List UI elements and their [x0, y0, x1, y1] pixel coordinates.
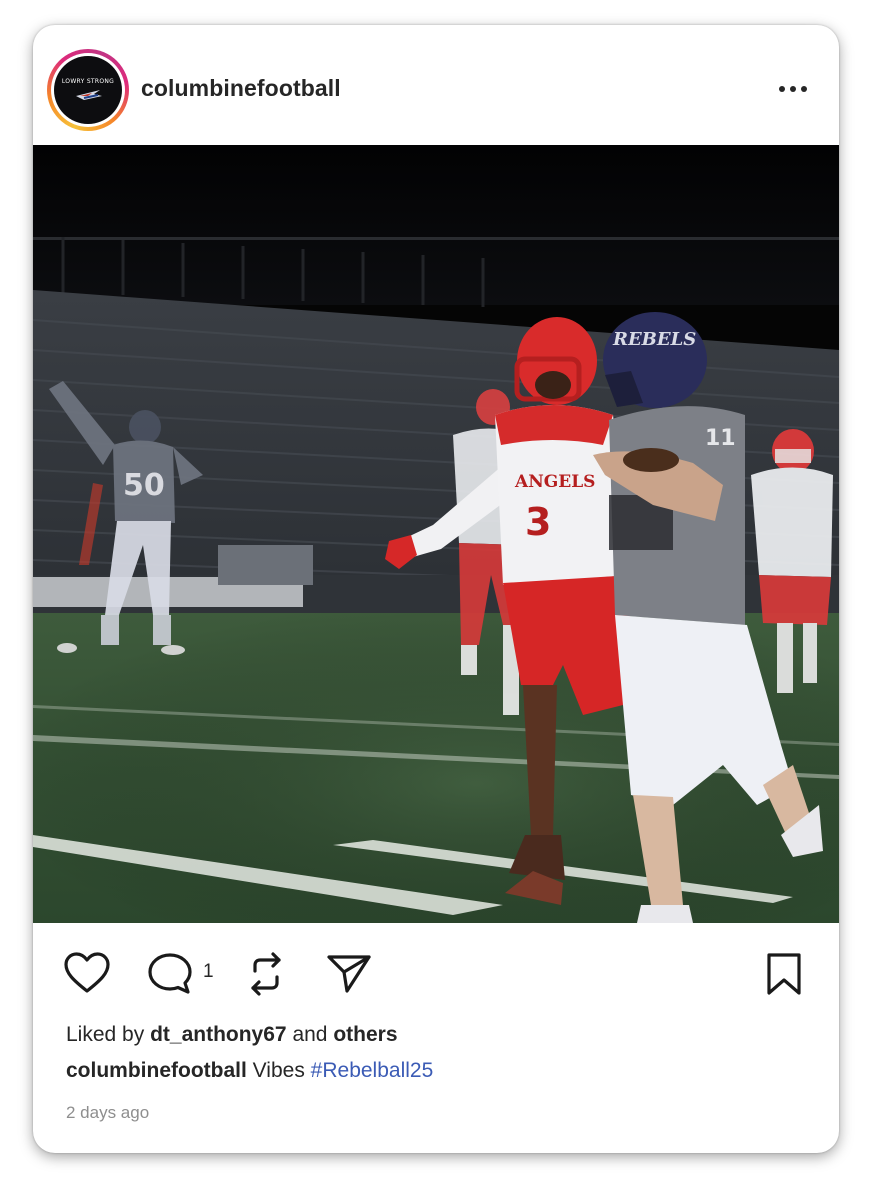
screenshot-stage: LOWRY STRONG columbinefootball 50 ANGELS…: [0, 0, 872, 1196]
svg-text:REBELS: REBELS: [612, 329, 696, 350]
likes-summary: Liked by dt_anthony67 and others: [66, 1023, 398, 1047]
caption-hashtag-link[interactable]: #Rebelball25: [311, 1059, 434, 1082]
likes-others-link[interactable]: others: [333, 1023, 397, 1046]
svg-text:3: 3: [525, 500, 551, 544]
caption-text: Vibes: [252, 1059, 305, 1082]
action-bar: [33, 923, 839, 1023]
post-header: LOWRY STRONG columbinefootball: [33, 25, 839, 145]
post-timestamp: 2 days ago: [66, 1103, 150, 1122]
repost-icon[interactable]: [245, 951, 287, 1002]
caption-username-link[interactable]: columbinefootball: [66, 1059, 247, 1082]
post-photo[interactable]: 50 ANGELS 3 11 REBELS: [33, 145, 839, 923]
post-username[interactable]: columbinefootball: [141, 75, 341, 102]
football-game-photo: 50 ANGELS 3 11 REBELS: [33, 145, 839, 923]
avatar[interactable]: LOWRY STRONG: [54, 56, 122, 124]
more-horizontal-icon[interactable]: [775, 79, 811, 99]
heart-icon[interactable]: [63, 951, 111, 1000]
patriot-logo-icon: [76, 90, 102, 100]
liked-by-user-link[interactable]: dt_anthony67: [150, 1023, 287, 1046]
comment-bubble-icon[interactable]: [146, 951, 194, 1002]
post-card: LOWRY STRONG columbinefootball 50 ANGELS…: [33, 25, 839, 1153]
svg-text:ANGELS: ANGELS: [514, 472, 595, 492]
likes-connector: and: [292, 1023, 328, 1046]
bookmark-icon[interactable]: [765, 951, 803, 1002]
likes-prefix: Liked by: [66, 1023, 145, 1046]
story-ring[interactable]: LOWRY STRONG: [47, 49, 129, 131]
comment-count: 1: [203, 961, 214, 982]
svg-text:11: 11: [705, 426, 736, 451]
svg-text:50: 50: [123, 468, 165, 503]
paper-plane-icon[interactable]: [325, 951, 373, 1002]
post-caption: columbinefootball Vibes #Rebelball25: [66, 1059, 433, 1083]
